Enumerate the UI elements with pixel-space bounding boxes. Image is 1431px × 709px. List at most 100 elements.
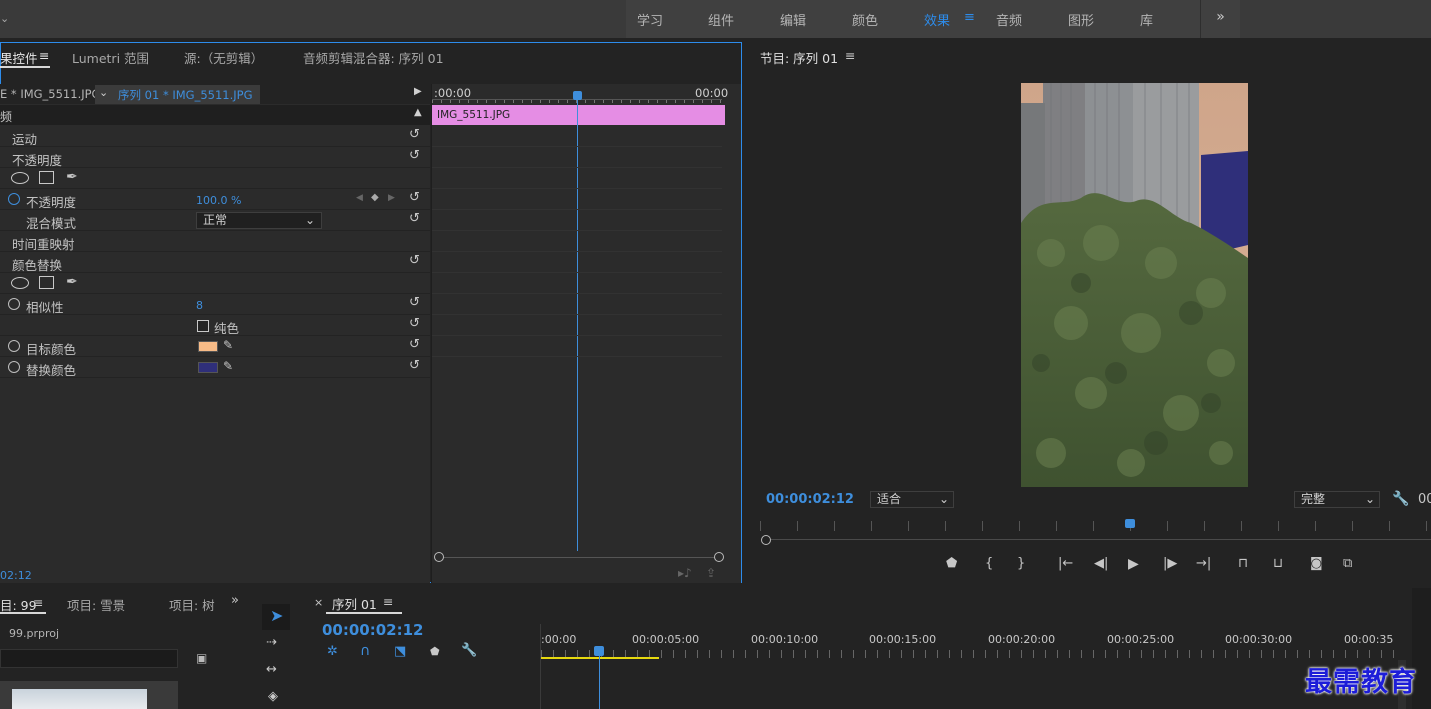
workspace-tab-graphics[interactable]: 图形 (1068, 10, 1094, 29)
add-marker-icon[interactable]: ⬟ (430, 645, 440, 658)
step-back-icon[interactable]: ◀| (1094, 556, 1108, 571)
previous-keyframe-icon[interactable]: ◀ (356, 193, 363, 203)
replace-color-row[interactable]: 替换颜色 ✎ ↺ (0, 357, 430, 378)
export-icon[interactable]: ⇪ (706, 566, 716, 580)
workspace-tab-effects[interactable]: 效果 (924, 10, 950, 29)
opacity-group-row[interactable]: 不透明度 ↺ (0, 147, 430, 168)
step-forward-icon[interactable]: |▶ (1163, 556, 1177, 571)
workspace-tab-editing[interactable]: 编辑 (780, 10, 806, 29)
add-keyframe-icon[interactable]: ◆ (371, 192, 379, 203)
program-timecode[interactable]: 00:00:02:12 (766, 492, 854, 507)
project-thumbnail-frame[interactable] (0, 681, 178, 709)
timeline-settings-icon[interactable]: 🔧 (461, 643, 477, 658)
replace-color-swatch[interactable] (198, 362, 218, 373)
tab-project-snow[interactable]: 项目: 雪景 (67, 595, 125, 614)
sequence-timecode[interactable]: 00:00:02:12 (322, 621, 424, 639)
stopwatch-icon[interactable] (8, 193, 20, 205)
mark-out-icon[interactable]: } (1017, 556, 1025, 571)
reset-icon[interactable]: ↺ (409, 317, 423, 330)
go-to-in-icon[interactable]: |← (1058, 556, 1073, 571)
workspace-more-button[interactable]: » (1200, 0, 1240, 38)
blend-mode-dropdown[interactable]: 正常 ⌄ (196, 212, 322, 229)
close-icon[interactable]: × (314, 596, 323, 609)
reset-icon[interactable]: ↺ (409, 296, 423, 309)
ellipse-mask-icon[interactable] (11, 277, 29, 289)
eyedropper-icon[interactable]: ✎ (223, 359, 233, 373)
zoom-handle-left[interactable] (434, 552, 444, 562)
tab-effect-controls[interactable]: 果控件 (0, 48, 38, 67)
snap-magnet-icon[interactable]: ∩ (360, 643, 370, 659)
export-frame-icon[interactable]: ◙ (1310, 556, 1323, 571)
project-search-input[interactable] (0, 649, 178, 668)
workspace-tab-learn[interactable]: 学习 (637, 10, 663, 29)
fit-dropdown[interactable]: 适合 ⌄ (870, 491, 954, 508)
new-bin-icon[interactable]: ▣ (196, 651, 207, 665)
reset-icon[interactable]: ↺ (409, 149, 423, 162)
project-more-button[interactable]: » (231, 593, 239, 608)
marker-icon[interactable]: ⬟ (946, 556, 957, 571)
program-playhead[interactable] (1125, 519, 1135, 528)
sequence-title[interactable]: 序列 01 (332, 594, 377, 613)
linked-selection-icon[interactable]: ⬔ (394, 644, 406, 659)
next-keyframe-icon[interactable]: ▶ (388, 193, 395, 203)
stopwatch-icon[interactable] (8, 361, 20, 373)
master-clip-label[interactable]: E * IMG_5511.JPG (0, 87, 100, 101)
time-remap-row[interactable]: 时间重映射 (0, 231, 430, 252)
pen-mask-icon[interactable]: ✒ (66, 274, 78, 290)
filter-audio-icon[interactable]: ▸♪ (678, 566, 692, 580)
mark-in-icon[interactable]: { (985, 556, 993, 571)
go-to-out-icon[interactable]: →| (1196, 556, 1211, 571)
stopwatch-icon[interactable] (8, 298, 20, 310)
similarity-row[interactable]: 相似性 8 ↺ (0, 294, 430, 315)
chevron-down-icon[interactable]: ⌄ (0, 12, 9, 25)
track-select-tool-icon[interactable]: ⇢ (266, 635, 277, 650)
workspace-tab-color[interactable]: 颜色 (852, 10, 878, 29)
workspace-tab-assembly[interactable]: 组件 (708, 10, 734, 29)
selection-tool-icon[interactable]: ➤ (270, 606, 283, 625)
program-menu-icon[interactable]: ≡ (845, 48, 855, 63)
motion-row[interactable]: 运动 ↺ (0, 126, 430, 147)
program-zoom-handle[interactable] (761, 535, 771, 545)
program-ruler[interactable] (760, 521, 1431, 531)
tab-menu-icon[interactable]: ≡ (39, 48, 49, 63)
lift-icon[interactable]: ⊓ (1238, 556, 1248, 571)
opacity-row[interactable]: 不透明度 100.0 % ◀ ◆ ▶ ↺ (0, 189, 430, 210)
workspace-tab-audio[interactable]: 音频 (996, 10, 1022, 29)
quality-dropdown[interactable]: 完整 ⌄ (1294, 491, 1380, 508)
comparison-view-icon[interactable]: ⧉ (1343, 556, 1352, 571)
play-triangle-icon[interactable]: ▶ (414, 86, 422, 97)
project-tab-menu-icon[interactable]: ≡ (33, 595, 43, 610)
rectangle-mask-icon[interactable] (39, 171, 54, 184)
rectangle-mask-icon[interactable] (39, 276, 54, 289)
work-area-bar[interactable] (541, 657, 659, 659)
target-color-row[interactable]: 目标颜色 ✎ ↺ (0, 336, 430, 357)
pen-mask-icon[interactable]: ✒ (66, 169, 78, 185)
zoom-handle-right[interactable] (714, 552, 724, 562)
sequence-ruler-ticks[interactable] (541, 650, 1401, 658)
opacity-value[interactable]: 100.0 % (196, 194, 241, 207)
nest-icon[interactable]: ✲ (327, 644, 338, 659)
target-color-swatch[interactable] (198, 341, 218, 352)
color-replace-row[interactable]: 颜色替换 ↺ (0, 252, 430, 273)
tab-source[interactable]: 源:（无剪辑） (184, 48, 263, 67)
tab-audio-clip-mixer[interactable]: 音频剪辑混合器: 序列 01 (303, 48, 444, 67)
clip-bar[interactable]: IMG_5511.JPG (432, 105, 725, 125)
collapse-triangle-icon[interactable]: ▲ (414, 107, 422, 118)
reset-icon[interactable]: ↺ (409, 128, 423, 141)
razor-tool-icon[interactable]: ◈ (268, 689, 278, 704)
stopwatch-icon[interactable] (8, 340, 20, 352)
reset-icon[interactable]: ↺ (409, 191, 423, 204)
wrench-icon[interactable]: 🔧 (1392, 491, 1409, 507)
reset-icon[interactable]: ↺ (409, 212, 423, 225)
reset-icon[interactable]: ↺ (409, 254, 423, 267)
solid-color-checkbox[interactable] (197, 320, 209, 332)
workspace-tab-libraries[interactable]: 库 (1140, 10, 1153, 29)
tab-project-tree[interactable]: 项目: 树 (169, 595, 215, 614)
reset-icon[interactable]: ↺ (409, 359, 423, 372)
reset-icon[interactable]: ↺ (409, 338, 423, 351)
eyedropper-icon[interactable]: ✎ (223, 338, 233, 352)
tab-lumetri-scopes[interactable]: Lumetri 范围 (72, 48, 149, 67)
extract-icon[interactable]: ⊔ (1273, 556, 1283, 571)
ec-timecode[interactable]: 02:12 (0, 569, 32, 582)
similarity-value[interactable]: 8 (196, 299, 203, 312)
